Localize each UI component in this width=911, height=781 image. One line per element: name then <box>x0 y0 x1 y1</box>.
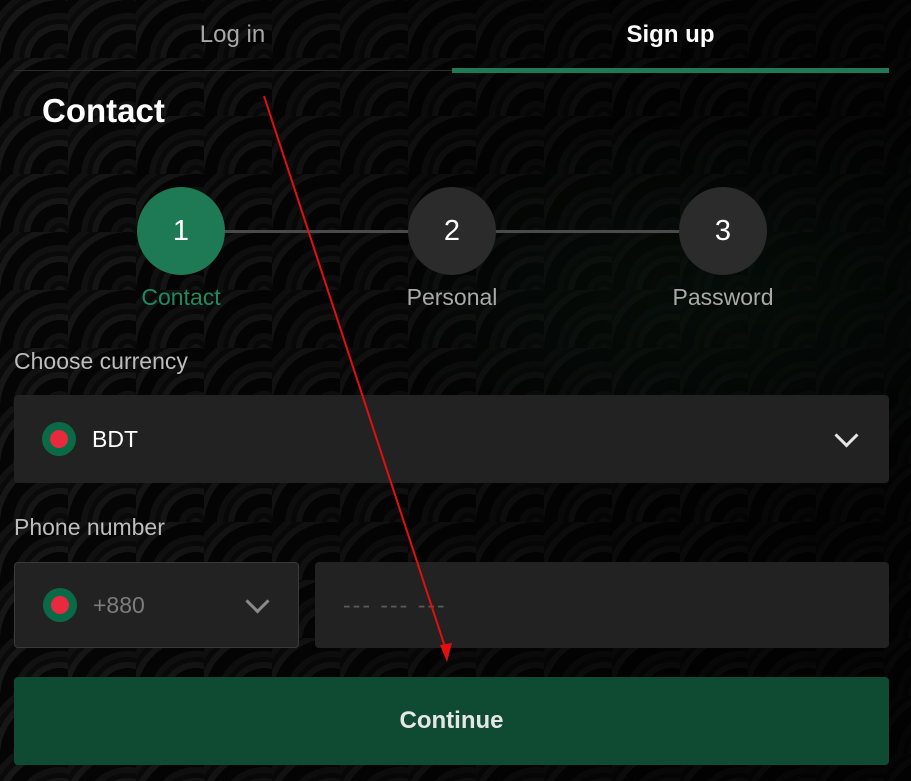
step-1-circle: 1 <box>137 187 225 275</box>
step-3-label: Password <box>672 284 774 310</box>
section-title: Contact <box>42 92 165 129</box>
phone-number-input[interactable] <box>315 562 889 648</box>
tab-login[interactable]: Log in <box>14 0 451 70</box>
tab-signup[interactable]: Sign up <box>452 0 889 73</box>
step-3-circle: 3 <box>679 187 767 275</box>
chevron-down-icon <box>245 589 270 614</box>
phone-code-value: +880 <box>93 591 145 618</box>
step-connector <box>222 230 412 233</box>
step-1-number: 1 <box>172 214 190 247</box>
step-3-number: 3 <box>714 214 732 247</box>
currency-value: BDT <box>92 425 138 452</box>
signup-dialog: Log in Sign up Contact 1 2 3 Contact Per… <box>0 0 911 781</box>
auth-tabs: Log in Sign up <box>14 0 889 73</box>
step-2-circle: 2 <box>408 187 496 275</box>
step-connector <box>493 230 683 233</box>
step-2-number: 2 <box>443 214 461 247</box>
bangladesh-flag-icon <box>43 588 77 622</box>
currency-select[interactable]: BDT <box>14 395 889 483</box>
phone-label: Phone number <box>14 514 165 540</box>
phone-code-select[interactable]: +880 <box>14 562 299 648</box>
step-1-label: Contact <box>141 284 221 310</box>
step-2-label: Personal <box>406 284 498 310</box>
chevron-down-icon <box>834 423 859 448</box>
currency-label: Choose currency <box>14 348 188 374</box>
bangladesh-flag-icon <box>42 422 76 456</box>
continue-button[interactable]: Continue <box>14 677 889 765</box>
